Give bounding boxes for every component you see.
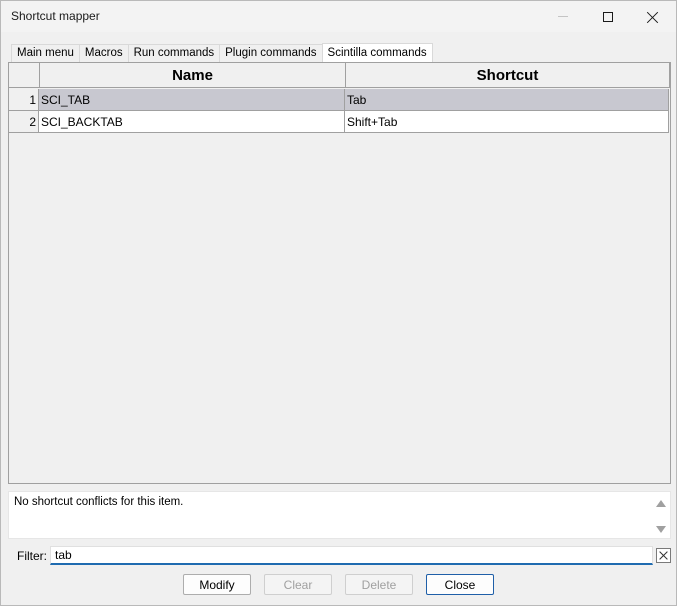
close-button[interactable]: Close bbox=[426, 574, 494, 595]
shortcut-cell[interactable]: Shift+Tab bbox=[345, 111, 669, 133]
shortcut-mapper-window: Shortcut mapper Main menu Macros Run com… bbox=[0, 0, 677, 606]
table-row[interactable]: 1 SCI_TAB Tab bbox=[9, 89, 669, 111]
minimize-icon bbox=[558, 16, 568, 17]
row-number: 2 bbox=[9, 111, 39, 133]
clear-filter-icon[interactable] bbox=[656, 548, 671, 563]
conflict-info-box: No shortcut conflicts for this item. bbox=[8, 491, 671, 539]
tab-macros[interactable]: Macros bbox=[78, 44, 129, 62]
modify-button[interactable]: Modify bbox=[183, 574, 251, 595]
close-window-button[interactable] bbox=[630, 1, 676, 32]
tab-run-commands[interactable]: Run commands bbox=[127, 44, 221, 62]
shortcut-grid[interactable]: Name Shortcut 1 SCI_TAB Tab 2 SCI_BACKTA… bbox=[8, 62, 671, 484]
table-row[interactable]: 2 SCI_BACKTAB Shift+Tab bbox=[9, 111, 669, 133]
grid-header: Name Shortcut bbox=[8, 62, 670, 89]
column-header-shortcut[interactable]: Shortcut bbox=[345, 62, 670, 88]
filter-label: Filter: bbox=[17, 549, 47, 563]
command-name-cell[interactable]: SCI_BACKTAB bbox=[39, 111, 345, 133]
tab-plugin-commands[interactable]: Plugin commands bbox=[219, 44, 323, 62]
tab-scintilla-commands[interactable]: Scintilla commands bbox=[321, 43, 433, 63]
tab-bar: Main menu Macros Run commands Plugin com… bbox=[11, 43, 433, 63]
maximize-button[interactable] bbox=[585, 1, 631, 32]
close-icon bbox=[647, 11, 659, 23]
minimize-button bbox=[540, 1, 586, 32]
scroll-down-arrow-icon[interactable] bbox=[656, 526, 666, 533]
grid-corner-cell bbox=[8, 62, 40, 88]
conflict-info-text: No shortcut conflicts for this item. bbox=[14, 496, 184, 508]
scroll-up-arrow-icon[interactable] bbox=[656, 500, 666, 507]
maximize-icon bbox=[603, 11, 613, 22]
row-number: 1 bbox=[9, 89, 39, 111]
shortcut-cell[interactable]: Tab bbox=[345, 89, 669, 111]
title-bar[interactable]: Shortcut mapper bbox=[1, 1, 676, 32]
filter-input[interactable] bbox=[50, 546, 653, 565]
tab-main-menu[interactable]: Main menu bbox=[11, 44, 80, 62]
clear-button[interactable]: Clear bbox=[264, 574, 332, 595]
column-header-name[interactable]: Name bbox=[39, 62, 346, 88]
window-title: Shortcut mapper bbox=[11, 9, 100, 23]
command-name-cell[interactable]: SCI_TAB bbox=[39, 89, 345, 111]
delete-button[interactable]: Delete bbox=[345, 574, 413, 595]
